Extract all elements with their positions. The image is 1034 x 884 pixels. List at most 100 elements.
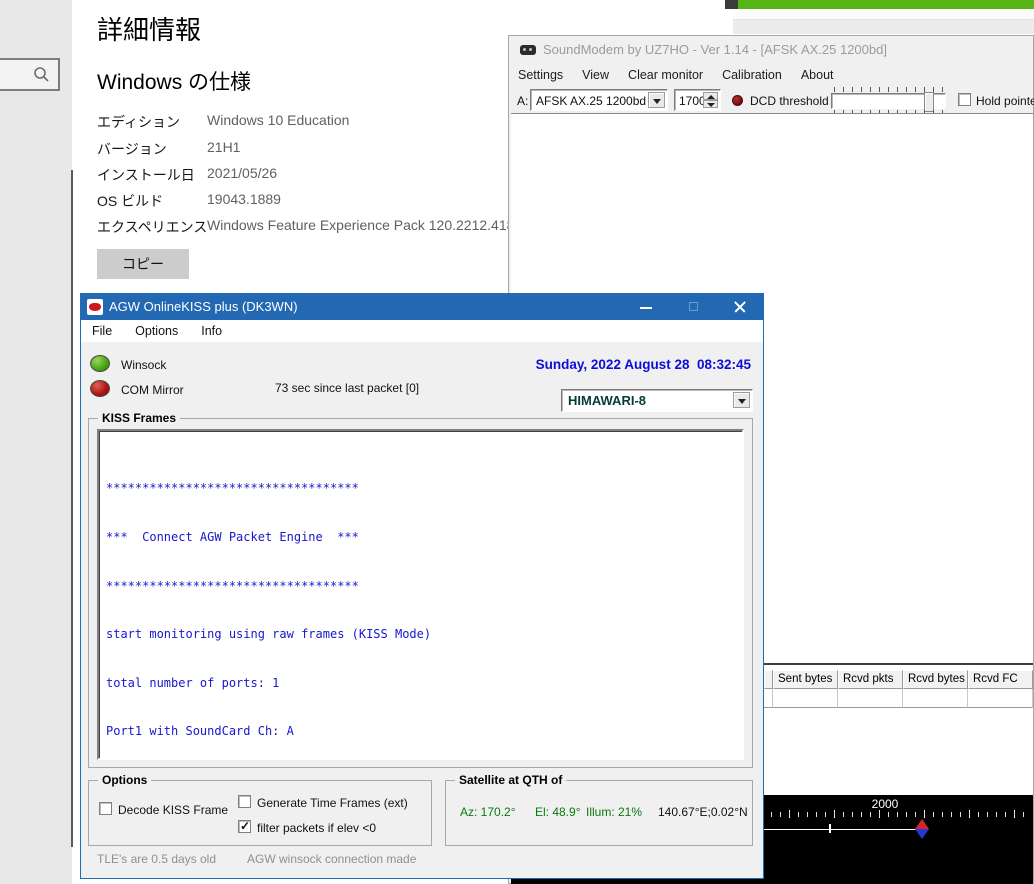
spec-value: Windows Feature Experience Pack 120.2212… — [207, 217, 523, 233]
log-line: Port1 with SoundCard Ch: A — [106, 724, 294, 739]
green-progress-bar — [738, 0, 1034, 9]
waterfall-small-tick — [829, 824, 831, 833]
azimuth-value: Az: 170.2° — [460, 805, 516, 819]
soundmodem-titlebar[interactable]: SoundModem by UZ7HO - Ver 1.14 - [AFSK A… — [509, 36, 1033, 63]
close-button[interactable] — [717, 294, 763, 320]
satellite-qth-label: Satellite at QTH of — [455, 773, 567, 787]
table-cell — [773, 689, 838, 708]
spec-label: インストール日 — [97, 167, 195, 183]
agw-connection-status: AGW winsock connection made — [247, 852, 417, 866]
menu-view[interactable]: View — [582, 68, 609, 82]
datetime-display: Sunday, 2022 August 28 08:32:45 — [535, 357, 751, 372]
onlinekiss-window: AGW OnlineKISS plus (DK3WN) File Options… — [80, 293, 764, 879]
log-line: *** Connect AGW Packet Engine *** — [106, 530, 359, 545]
menu-file[interactable]: File — [92, 324, 112, 338]
table-header-sliver — [764, 670, 773, 689]
decode-kiss-frame-label: Decode KISS Frame — [118, 803, 229, 817]
onlinekiss-menubar: File Options Info — [81, 320, 763, 342]
background-window-strip — [733, 9, 1034, 20]
search-icon — [34, 67, 49, 82]
onlinekiss-client: Winsock COM Mirror 73 sec since last pac… — [81, 342, 763, 878]
kiss-frames-log[interactable]: *********************************** *** … — [97, 429, 744, 760]
dcd-threshold-slider[interactable] — [831, 92, 946, 112]
waterfall-scale-label: 2000 — [871, 797, 899, 811]
spin-down-icon[interactable] — [703, 100, 718, 108]
maximize-button[interactable] — [671, 294, 717, 320]
table-header-rcvd-pkts[interactable]: Rcvd pkts — [838, 670, 903, 689]
dcd-threshold-label: DCD threshold — [750, 94, 829, 108]
table-header-rcvd-fc[interactable]: Rcvd FC — [968, 670, 1033, 689]
soundmodem-icon — [520, 45, 536, 55]
table-cell — [968, 689, 1033, 708]
log-line: start monitoring using raw frames (KISS … — [106, 627, 432, 642]
mode-value: AFSK AX.25 1200bd — [536, 94, 647, 108]
satellite-qth-group: Satellite at QTH of Az: 170.2° El: 48.9°… — [445, 773, 753, 846]
background-window-edge — [725, 0, 738, 9]
menu-about[interactable]: About — [801, 68, 834, 82]
log-line: total number of ports: 1 — [106, 675, 280, 690]
tle-age-status: TLE's are 0.5 days old — [97, 852, 217, 866]
copy-button[interactable]: コピー — [97, 249, 189, 279]
onlinekiss-app-icon — [87, 299, 103, 315]
dropdown-button[interactable] — [648, 92, 665, 108]
mode-select[interactable]: AFSK AX.25 1200bd — [530, 89, 668, 111]
table-header-rcvd-bytes[interactable]: Rcvd bytes — [903, 670, 968, 689]
settings-nav-pane — [0, 0, 72, 884]
spec-label: エディション — [97, 114, 181, 130]
generate-time-frames-checkbox[interactable] — [238, 795, 251, 808]
hold-pointers-checkbox[interactable] — [958, 93, 971, 106]
minimize-icon — [640, 307, 652, 309]
minimize-button[interactable] — [623, 294, 669, 320]
spec-value: Windows 10 Education — [207, 112, 350, 128]
filter-packets-label: filter packets if elev <0 — [257, 821, 377, 835]
onlinekiss-title: AGW OnlineKISS plus (DK3WN) — [109, 299, 298, 314]
nav-scrollbar[interactable] — [71, 170, 73, 847]
spec-value: 21H1 — [207, 139, 241, 155]
maximize-icon — [689, 302, 698, 311]
filter-packets-checkbox[interactable] — [238, 819, 251, 833]
log-line: *********************************** — [106, 481, 359, 496]
table-cell — [903, 689, 968, 708]
satellite-select[interactable]: HIMAWARI-8 — [561, 389, 753, 412]
com-mirror-led-icon — [90, 380, 110, 397]
winsock-label: Winsock — [121, 358, 167, 372]
spec-value: 19043.1889 — [207, 191, 281, 207]
slider-thumb[interactable] — [924, 92, 934, 112]
page-title: 詳細情報 — [97, 15, 202, 45]
elevation-value: El: 48.9° — [535, 805, 581, 819]
spec-label: エクスペリエンス — [97, 219, 208, 235]
spin-up-icon[interactable] — [703, 92, 718, 100]
spec-label: バージョン — [97, 141, 167, 157]
chevron-down-icon — [738, 399, 746, 404]
table-header-sent-bytes[interactable]: Sent bytes — [773, 670, 838, 689]
table-top-divider — [761, 663, 1033, 665]
kiss-frames-label: KISS Frames — [98, 411, 181, 425]
last-packet-status: 73 sec since last packet [0] — [275, 381, 420, 395]
soundmodem-toolbar: A: AFSK AX.25 1200bd 1700 DCD threshold … — [509, 87, 1034, 115]
settings-search-input[interactable] — [0, 58, 60, 91]
spinner-buttons — [703, 92, 718, 108]
menu-settings[interactable]: Settings — [518, 68, 563, 82]
options-group-label: Options — [98, 773, 152, 787]
spec-label: OS ビルド — [97, 193, 164, 209]
background-window-strip2 — [733, 20, 1034, 34]
satellite-selected-value: HIMAWARI-8 — [568, 393, 646, 408]
spec-value: 2021/05/26 — [207, 165, 278, 181]
com-mirror-label: COM Mirror — [121, 383, 184, 397]
menu-options[interactable]: Options — [135, 324, 178, 338]
tuning-marker-down-icon[interactable] — [915, 829, 929, 839]
generate-time-frames-label: Generate Time Frames (ext) — [257, 796, 408, 810]
center-freq-value: 1700 — [679, 94, 706, 108]
dcd-led-icon — [732, 95, 743, 106]
menu-info[interactable]: Info — [201, 324, 222, 338]
menu-clear-monitor[interactable]: Clear monitor — [628, 68, 703, 82]
decode-kiss-frame-checkbox[interactable] — [99, 802, 112, 815]
options-group: Options Decode KISS Frame Generate Time … — [88, 773, 432, 846]
dropdown-button[interactable] — [733, 392, 750, 408]
table-cell — [764, 689, 773, 708]
onlinekiss-titlebar[interactable]: AGW OnlineKISS plus (DK3WN) — [81, 294, 763, 320]
center-freq-stepper[interactable]: 1700 — [674, 89, 721, 111]
kiss-log-lines: *********************************** *** … — [106, 448, 431, 772]
tuning-marker-up-icon[interactable] — [915, 819, 929, 829]
menu-calibration[interactable]: Calibration — [722, 68, 782, 82]
